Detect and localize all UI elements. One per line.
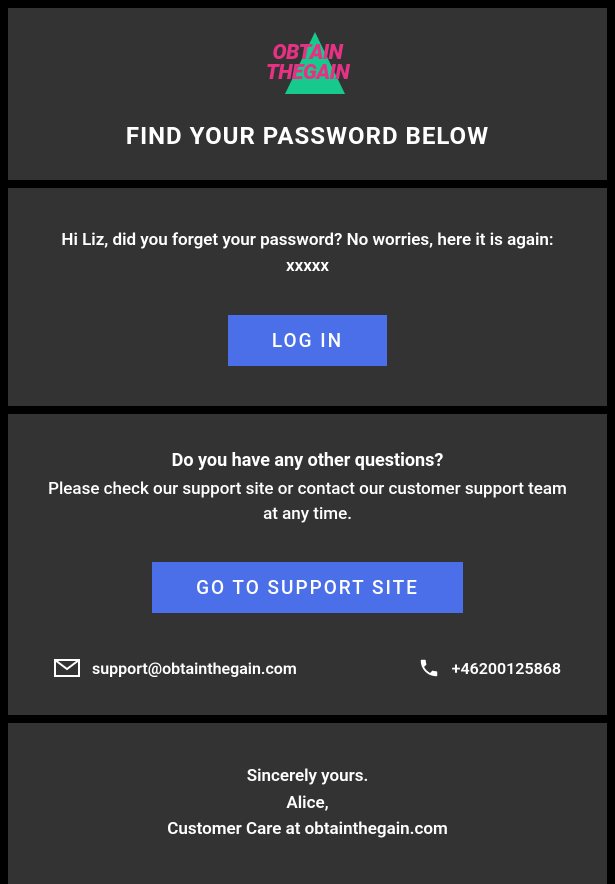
phone-icon bbox=[418, 657, 440, 679]
logo-text: OBTAIN THEGAIN bbox=[233, 44, 383, 84]
signature-section: Sincerely yours. Alice, Customer Care at… bbox=[8, 723, 607, 884]
signature-role: Customer Care at obtainthegain.com bbox=[48, 816, 567, 842]
support-phone[interactable]: +46200125868 bbox=[418, 657, 561, 679]
support-subtext: Please check our support site or contact… bbox=[48, 477, 567, 526]
support-phone-text: +46200125868 bbox=[452, 659, 561, 678]
signature-name: Alice, bbox=[48, 790, 567, 816]
logo: OBTAIN THEGAIN bbox=[48, 38, 567, 94]
greeting-text: Hi Liz, did you forget your password? No… bbox=[48, 228, 567, 279]
header-section: OBTAIN THEGAIN FIND YOUR PASSWORD BELOW bbox=[8, 8, 607, 180]
support-section: Do you have any other questions? Please … bbox=[8, 414, 607, 715]
password-section: Hi Liz, did you forget your password? No… bbox=[8, 188, 607, 406]
mail-icon bbox=[54, 659, 80, 677]
page-title: FIND YOUR PASSWORD BELOW bbox=[48, 122, 567, 150]
signature-closing: Sincerely yours. bbox=[48, 763, 567, 789]
login-button[interactable]: LOG IN bbox=[228, 315, 387, 366]
support-email[interactable]: support@obtainthegain.com bbox=[54, 659, 297, 678]
support-email-text: support@obtainthegain.com bbox=[92, 659, 297, 678]
contact-row: support@obtainthegain.com +46200125868 bbox=[48, 657, 567, 679]
support-button[interactable]: GO TO SUPPORT SITE bbox=[152, 562, 463, 613]
logo-line2: THEGAIN bbox=[266, 61, 349, 85]
support-question: Do you have any other questions? bbox=[48, 450, 567, 471]
